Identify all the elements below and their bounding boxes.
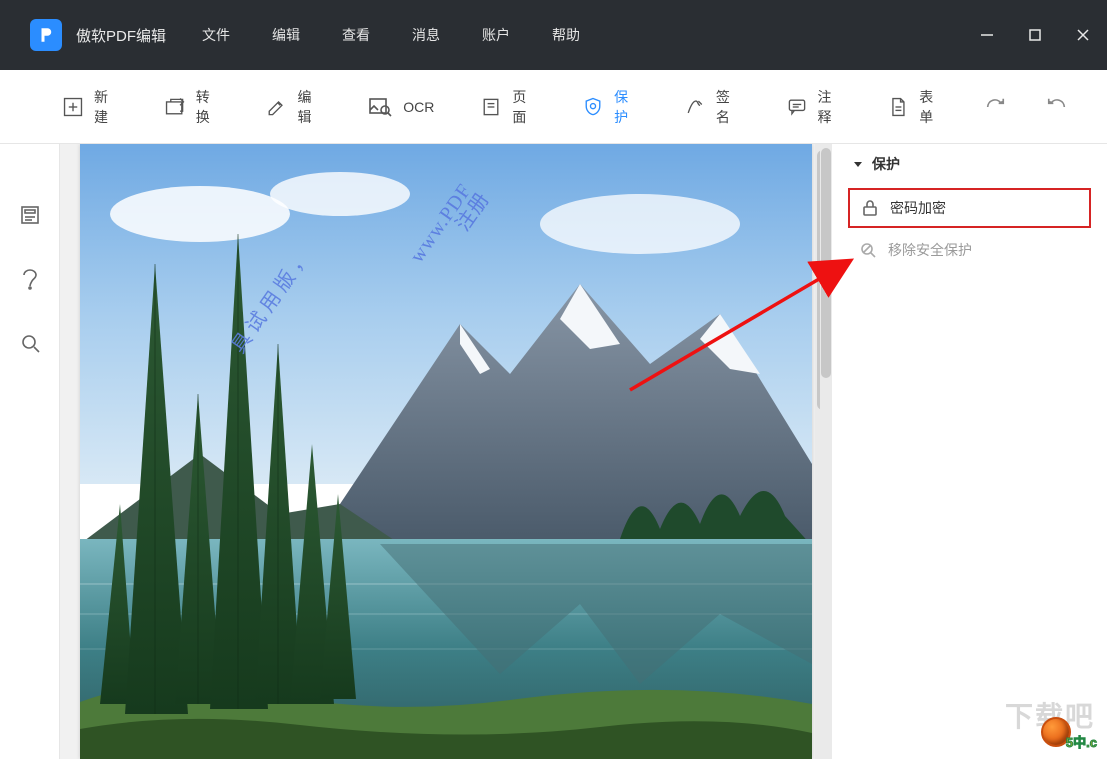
- pen-icon: [684, 94, 706, 120]
- search-slash-icon: [858, 240, 878, 260]
- menu-bar: 文件 编辑 查看 消息 账户 帮助: [202, 25, 580, 45]
- redo-button[interactable]: [979, 91, 1011, 123]
- minimize-button[interactable]: [963, 0, 1011, 70]
- tool-protect[interactable]: 保护: [572, 81, 648, 133]
- titlebar: 傲软PDF编辑 文件 编辑 查看 消息 账户 帮助: [0, 0, 1107, 70]
- tool-convert-label: 转换: [196, 87, 220, 127]
- tool-sign-label: 签名: [716, 87, 740, 127]
- main-area: www.PDF 注册 具试用版， 保护 密码加密 移除安全保护: [0, 144, 1107, 759]
- convert-icon: [164, 94, 186, 120]
- tool-sign[interactable]: 签名: [674, 81, 750, 133]
- document-icon: [887, 94, 909, 120]
- tool-edit[interactable]: 编辑: [255, 81, 331, 133]
- toolbar-group: 新建 转换 编辑 OCR 页面 保护 签名 注释: [52, 81, 979, 133]
- undo-button[interactable]: [1041, 91, 1073, 123]
- panel-header[interactable]: 保护: [832, 144, 1107, 184]
- menu-message[interactable]: 消息: [412, 25, 440, 45]
- panel-item-encrypt-label: 密码加密: [890, 198, 946, 218]
- sidebar-thumbnails[interactable]: [15, 200, 45, 230]
- panel-title: 保护: [872, 154, 900, 174]
- tool-annotate-label: 注释: [818, 87, 842, 127]
- panel-item-remove-label: 移除安全保护: [888, 240, 972, 260]
- tool-new[interactable]: 新建: [52, 81, 128, 133]
- tool-annotate[interactable]: 注释: [776, 81, 852, 133]
- menu-edit[interactable]: 编辑: [272, 25, 300, 45]
- tool-ocr-label: OCR: [403, 99, 434, 115]
- toolbar: 新建 转换 编辑 OCR 页面 保护 签名 注释: [0, 70, 1107, 144]
- pencil-icon: [265, 94, 287, 120]
- tool-protect-label: 保护: [614, 87, 638, 127]
- tool-page[interactable]: 页面: [470, 81, 546, 133]
- sidebar-search[interactable]: [15, 328, 45, 358]
- app-logo: [30, 19, 62, 51]
- page-content-image: [80, 144, 812, 759]
- shield-icon: [582, 94, 604, 120]
- tool-page-label: 页面: [512, 87, 536, 127]
- tool-convert[interactable]: 转换: [154, 81, 230, 133]
- app-title: 傲软PDF编辑: [76, 25, 166, 46]
- tool-form-label: 表单: [919, 87, 943, 127]
- history-controls: [979, 91, 1093, 123]
- comment-icon: [786, 94, 808, 120]
- panel-item-remove-security[interactable]: 移除安全保护: [848, 232, 1091, 268]
- tool-edit-label: 编辑: [297, 87, 321, 127]
- left-sidebar: [0, 144, 60, 759]
- menu-view[interactable]: 查看: [342, 25, 370, 45]
- close-button[interactable]: [1059, 0, 1107, 70]
- lock-icon: [860, 198, 880, 218]
- menu-help[interactable]: 帮助: [552, 25, 580, 45]
- right-panel: 保护 密码加密 移除安全保护: [831, 144, 1107, 759]
- tool-new-label: 新建: [94, 87, 118, 127]
- document-canvas[interactable]: www.PDF 注册 具试用版，: [60, 144, 831, 759]
- menu-account[interactable]: 账户: [482, 25, 510, 45]
- tool-ocr[interactable]: OCR: [357, 88, 444, 126]
- image-search-icon: [367, 94, 393, 120]
- window-controls: [963, 0, 1107, 70]
- page-icon: [480, 94, 502, 120]
- pdf-page: www.PDF 注册 具试用版，: [80, 144, 812, 759]
- plus-square-icon: [62, 94, 84, 120]
- tool-form[interactable]: 表单: [877, 81, 953, 133]
- panel-scroll-thumb[interactable]: [821, 148, 831, 378]
- menu-file[interactable]: 文件: [202, 25, 230, 45]
- sidebar-bookmarks[interactable]: [15, 264, 45, 294]
- panel-scrollbar[interactable]: [820, 144, 832, 759]
- maximize-button[interactable]: [1011, 0, 1059, 70]
- triangle-down-icon: [852, 158, 864, 170]
- panel-item-encrypt[interactable]: 密码加密: [848, 188, 1091, 228]
